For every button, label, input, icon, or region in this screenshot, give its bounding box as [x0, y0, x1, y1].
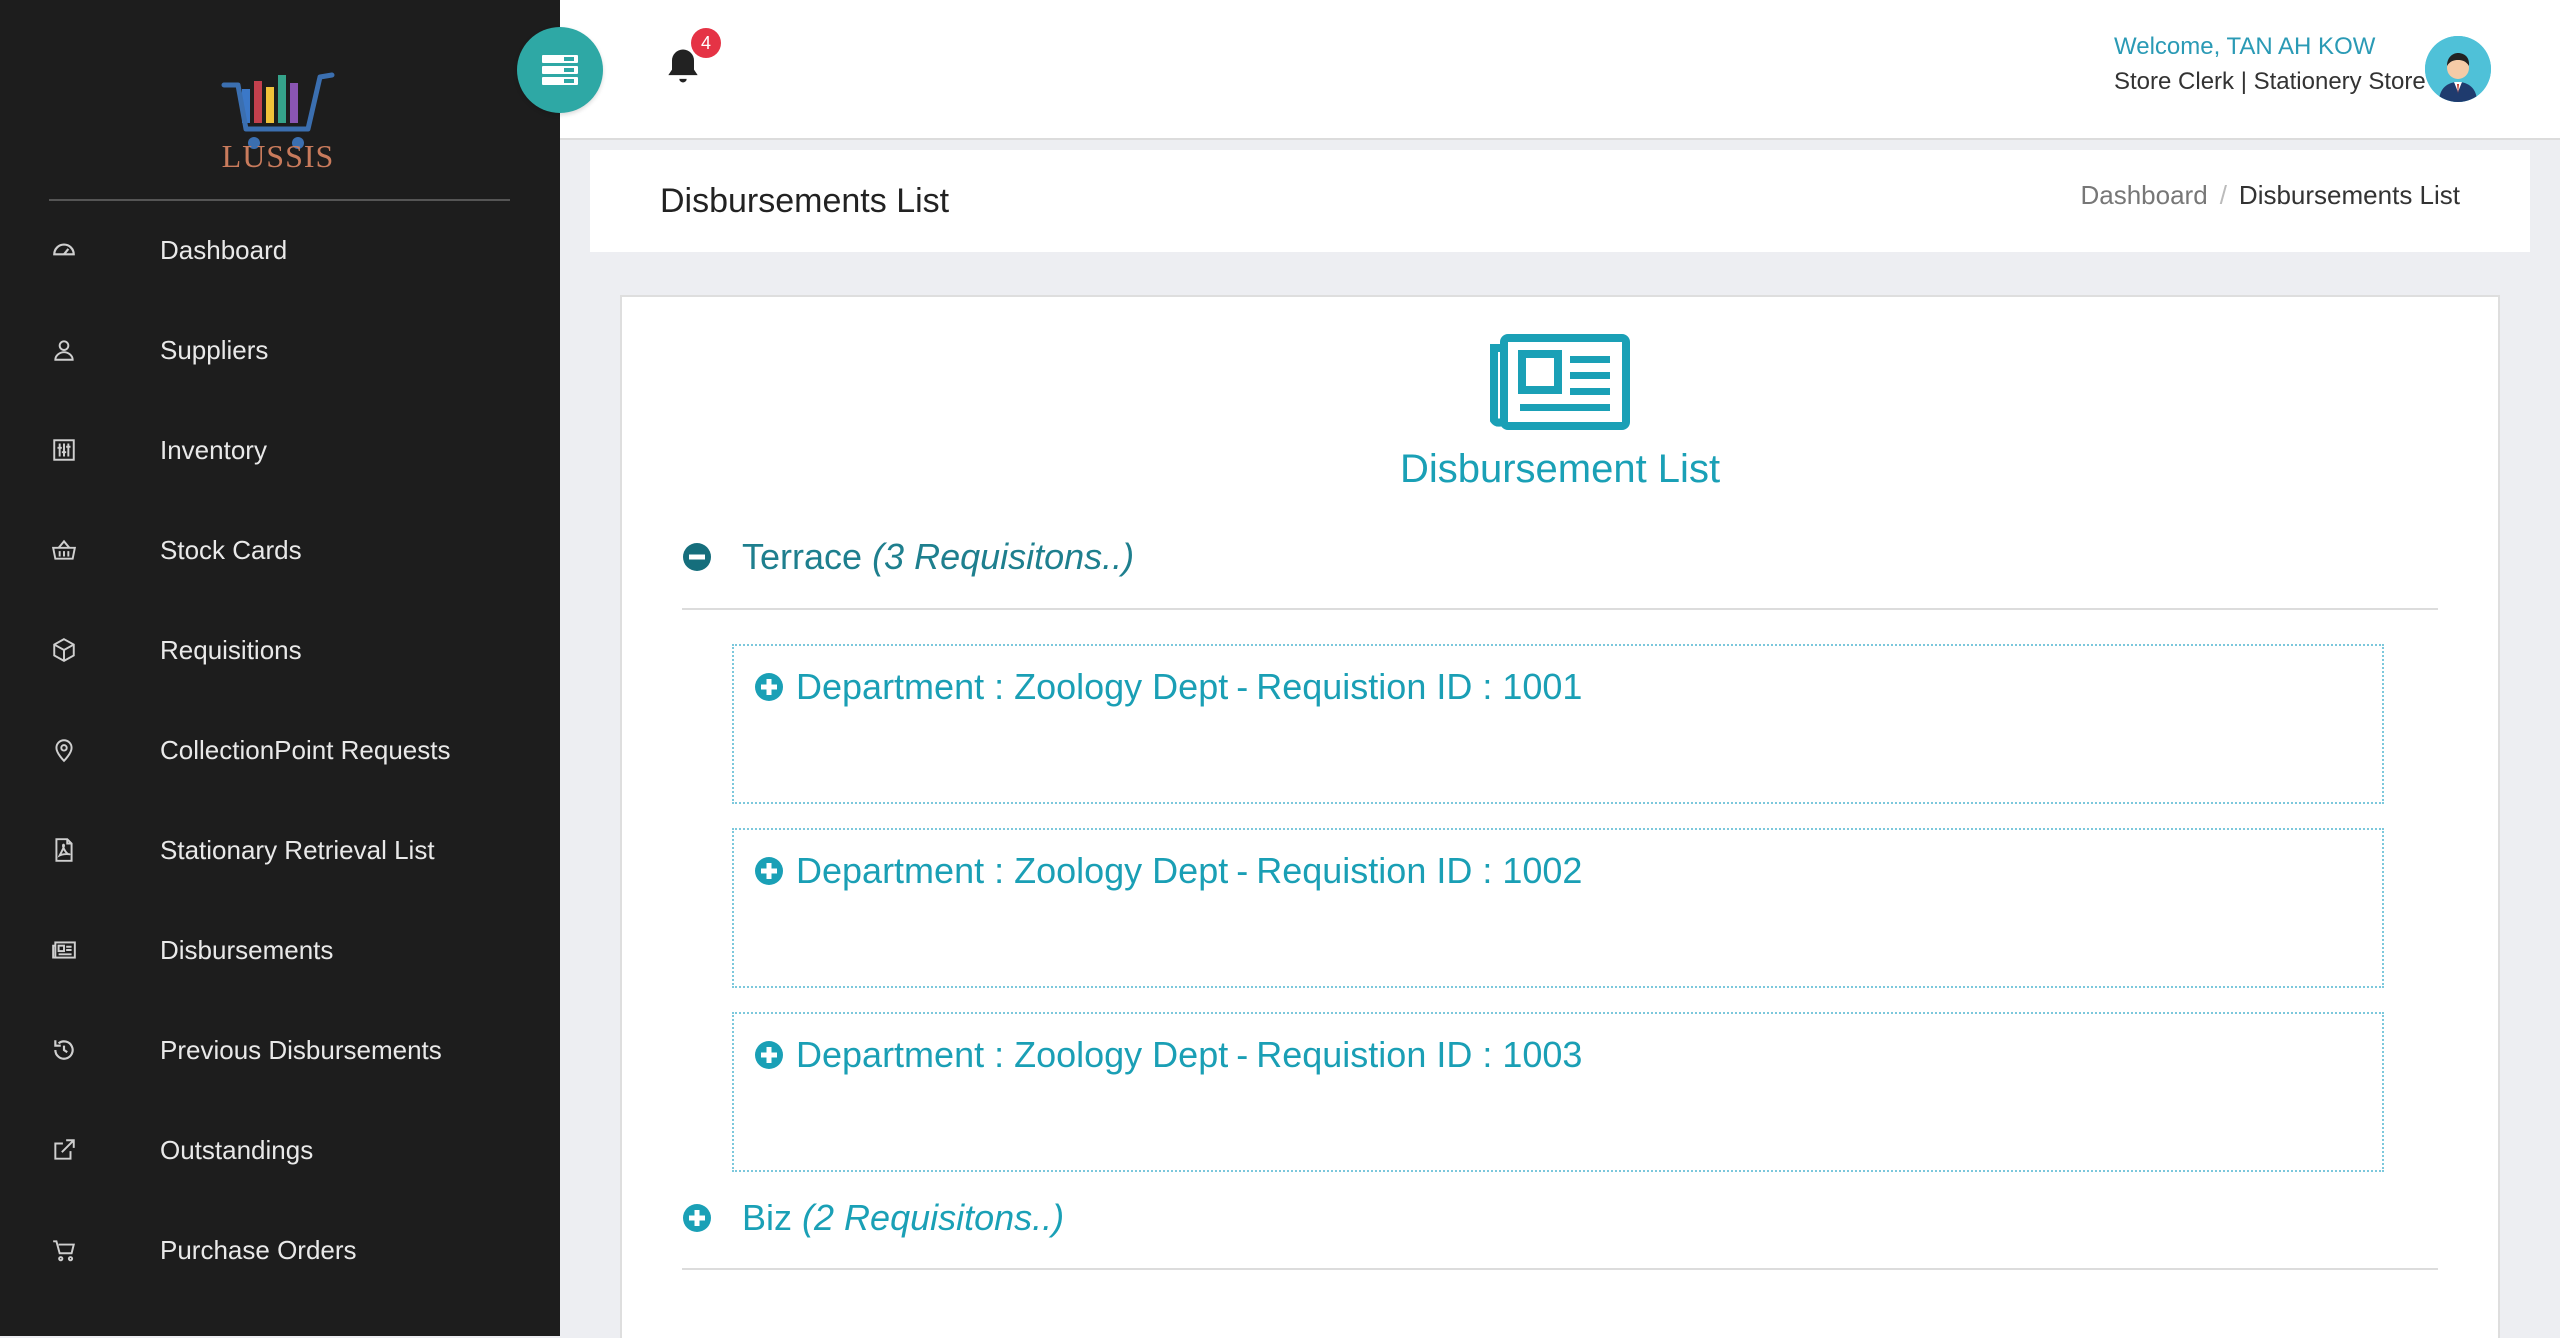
requisition-id-label: Requistion ID :: [1256, 666, 1493, 707]
menu-toggle-icon: [542, 55, 578, 85]
notification-count-badge: 4: [691, 28, 721, 58]
sidebar-item-label: Stock Cards: [160, 534, 302, 565]
requisition-id-label: Requistion ID :: [1256, 1034, 1493, 1075]
group-count: (3 Requisitons..): [872, 536, 1135, 577]
group-divider: [682, 608, 2438, 610]
sliders-icon: [50, 436, 78, 464]
dept-name: Zoology Dept: [1014, 850, 1229, 891]
page-title: Disbursements List: [660, 182, 950, 220]
breadcrumb-current: Disbursements List: [2238, 180, 2460, 210]
location-pin-icon: [50, 736, 78, 764]
requisition-id: 1003: [1502, 1034, 1583, 1075]
expand-plus-icon: [755, 1041, 783, 1069]
sidebar-item-inventory[interactable]: Inventory: [0, 400, 560, 500]
group-divider: [682, 1268, 2438, 1270]
logo-text: LUSSIS: [221, 138, 335, 174]
group-name: Terrace: [742, 536, 863, 577]
group-header-biz[interactable]: Biz (2 Requisitons..): [682, 1193, 1064, 1243]
sidebar-item-label: Stationary Retrieval List: [160, 834, 435, 865]
requisition-id-label: Requistion ID :: [1256, 850, 1493, 891]
requisition-id: 1002: [1502, 850, 1583, 891]
breadcrumb-dashboard-link[interactable]: Dashboard: [2080, 180, 2207, 210]
history-icon: [50, 1036, 78, 1064]
sidebar-item-collectionpoint-requests[interactable]: CollectionPoint Requests: [0, 700, 560, 800]
sidebar-item-purchase-orders[interactable]: Purchase Orders: [0, 1200, 560, 1300]
sidebar-item-stationary-retrieval-list[interactable]: Stationary Retrieval List: [0, 800, 560, 900]
sidebar-item-label: Inventory: [160, 434, 267, 465]
pdf-file-icon: [50, 836, 78, 864]
dept-label: Department :: [796, 850, 1005, 891]
disbursement-list-card: Disbursement List Terrace (3 Requisitons…: [620, 295, 2500, 1338]
sidebar-item-label: Disbursements: [160, 934, 334, 965]
user-role-text: Store Clerk | Stationery Store: [2114, 68, 2426, 95]
requisition-header: Department : Zoology Dept - Requistion ID …: [754, 850, 1582, 892]
sidebar-item-stock-cards[interactable]: Stock Cards: [0, 500, 560, 600]
requisition-item[interactable]: Department : Zoology Dept - Requistion ID …: [732, 644, 2384, 804]
requisition-item[interactable]: Department : Zoology Dept - Requistion ID …: [732, 1012, 2384, 1172]
sidebar-item-outstandings[interactable]: Outstandings: [0, 1100, 560, 1200]
cart-icon: [50, 1236, 78, 1264]
requisition-item[interactable]: Department : Zoology Dept - Requistion ID …: [732, 828, 2384, 988]
box-icon: [50, 636, 78, 664]
dept-label: Department :: [796, 666, 1005, 707]
sidebar-item-label: Requisitions: [160, 634, 302, 665]
sidebar-item-label: Dashboard: [160, 234, 288, 265]
requisition-header: Department : Zoology Dept - Requistion ID …: [754, 666, 1582, 708]
dept-label: Department :: [796, 1034, 1005, 1075]
sidebar: LUSSIS Dashboard Suppliers Inventory Sto…: [0, 0, 560, 1336]
breadcrumb: Dashboard / Disbursements List: [2080, 180, 2460, 211]
basket-icon: [50, 536, 78, 564]
dashboard-icon: [50, 236, 78, 264]
dept-name: Zoology Dept: [1014, 666, 1229, 707]
sidebar-item-label: Purchase Orders: [160, 1234, 357, 1265]
sidebar-item-label: Outstandings: [160, 1134, 314, 1165]
requisition-label: Department : Zoology Dept - Requistion ID …: [796, 1034, 1583, 1075]
breadcrumb-separator: /: [2219, 180, 2227, 210]
newspaper-icon: [50, 936, 78, 964]
expand-plus-icon: [755, 673, 783, 701]
sidebar-item-label: Previous Disbursements: [160, 1034, 442, 1065]
sidebar-toggle-button[interactable]: [517, 27, 603, 113]
requisition-label: Department : Zoology Dept - Requistion ID …: [796, 666, 1583, 707]
external-link-icon: [50, 1136, 78, 1164]
sidebar-item-label: CollectionPoint Requests: [160, 734, 451, 765]
expand-plus-icon: [755, 857, 783, 885]
avatar-person-icon: [2425, 36, 2491, 102]
sidebar-item-previous-disbursements[interactable]: Previous Disbursements: [0, 1000, 560, 1100]
group-count: (2 Requisitons..): [802, 1197, 1065, 1238]
collapse-minus-icon: [683, 543, 711, 571]
requisition-header: Department : Zoology Dept - Requistion ID …: [754, 1034, 1582, 1076]
group-label: Terrace (3 Requisitons..): [742, 536, 1134, 578]
group-label: Biz (2 Requisitons..): [742, 1197, 1064, 1239]
sidebar-item-label: Suppliers: [160, 334, 269, 365]
page-title-bar: Disbursements List Dashboard / Disbursemen…: [590, 150, 2530, 252]
user-icon: [50, 336, 78, 364]
user-avatar[interactable]: [2425, 36, 2491, 102]
dept-name: Zoology Dept: [1014, 1034, 1229, 1075]
group-header-terrace[interactable]: Terrace (3 Requisitons..): [682, 532, 1134, 582]
sidebar-item-requisitions[interactable]: Requisitions: [0, 600, 560, 700]
expand-plus-icon: [683, 1204, 711, 1232]
sidebar-item-suppliers[interactable]: Suppliers: [0, 300, 560, 400]
sidebar-item-disbursements[interactable]: Disbursements: [0, 900, 560, 1000]
sidebar-item-dashboard[interactable]: Dashboard: [0, 200, 560, 300]
newspaper-icon: [1490, 334, 1630, 430]
card-title: Disbursement List: [1399, 447, 1721, 491]
group-name: Biz: [742, 1197, 793, 1238]
requisition-label: Department : Zoology Dept - Requistion ID …: [796, 850, 1583, 891]
requisition-id: 1001: [1502, 666, 1583, 707]
